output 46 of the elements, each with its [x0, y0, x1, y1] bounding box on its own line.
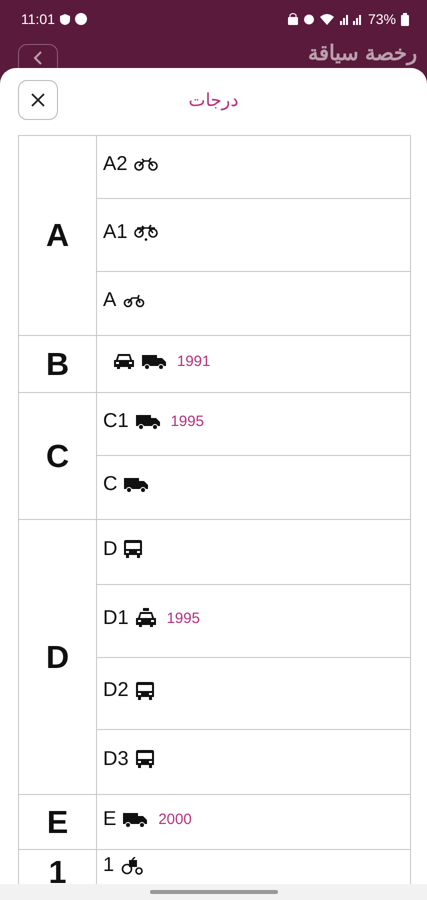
shield-icon	[60, 14, 70, 24]
bus-icon	[134, 749, 155, 769]
category-letter: 1	[48, 854, 66, 884]
year-label: 1991	[177, 352, 210, 370]
class-code: D3	[103, 748, 129, 770]
bus-icon	[123, 539, 144, 559]
car-icon	[113, 352, 135, 370]
class-code: A1	[103, 220, 128, 244]
motorcycle-icon	[133, 156, 160, 172]
close-button[interactable]	[18, 80, 58, 120]
truck-icon	[122, 810, 148, 828]
taxi-icon	[134, 608, 157, 628]
clock-time: 11:01	[21, 11, 55, 27]
class-code: 1	[103, 854, 114, 877]
class-code: C1	[103, 410, 129, 432]
class-code: D	[103, 538, 118, 560]
class-code: A	[103, 289, 116, 312]
moped-icon	[133, 223, 160, 241]
scooter-icon	[122, 294, 146, 308]
lock-icon	[288, 13, 298, 25]
class-code: D1	[103, 606, 129, 630]
year-label: 1995	[166, 610, 200, 626]
truck-icon	[134, 412, 161, 430]
sheet-title: درجات	[188, 90, 238, 110]
class-code: A2	[103, 152, 128, 176]
class-code: C	[103, 473, 118, 496]
year-label: 2000	[158, 810, 192, 828]
class-code: E	[103, 808, 116, 830]
year-label: 1995	[170, 412, 204, 430]
class-code: D2	[103, 679, 129, 702]
category-letter: A	[46, 217, 70, 253]
close-icon	[31, 93, 45, 107]
bus-icon	[134, 680, 155, 700]
wifi-icon	[320, 13, 334, 25]
battery-icon	[401, 12, 409, 26]
signal-icon	[338, 13, 363, 25]
back-icon	[32, 50, 44, 66]
truck-icon	[123, 476, 150, 493]
truck-icon	[141, 352, 167, 370]
category-letter: B	[46, 346, 70, 382]
tractor-icon	[120, 856, 144, 874]
category-letter: E	[46, 804, 68, 840]
category-letter: C	[46, 438, 70, 474]
page-title: رخصة سياقة	[308, 42, 417, 66]
battery-level: 73%	[368, 11, 396, 27]
category-letter: D	[46, 638, 70, 674]
